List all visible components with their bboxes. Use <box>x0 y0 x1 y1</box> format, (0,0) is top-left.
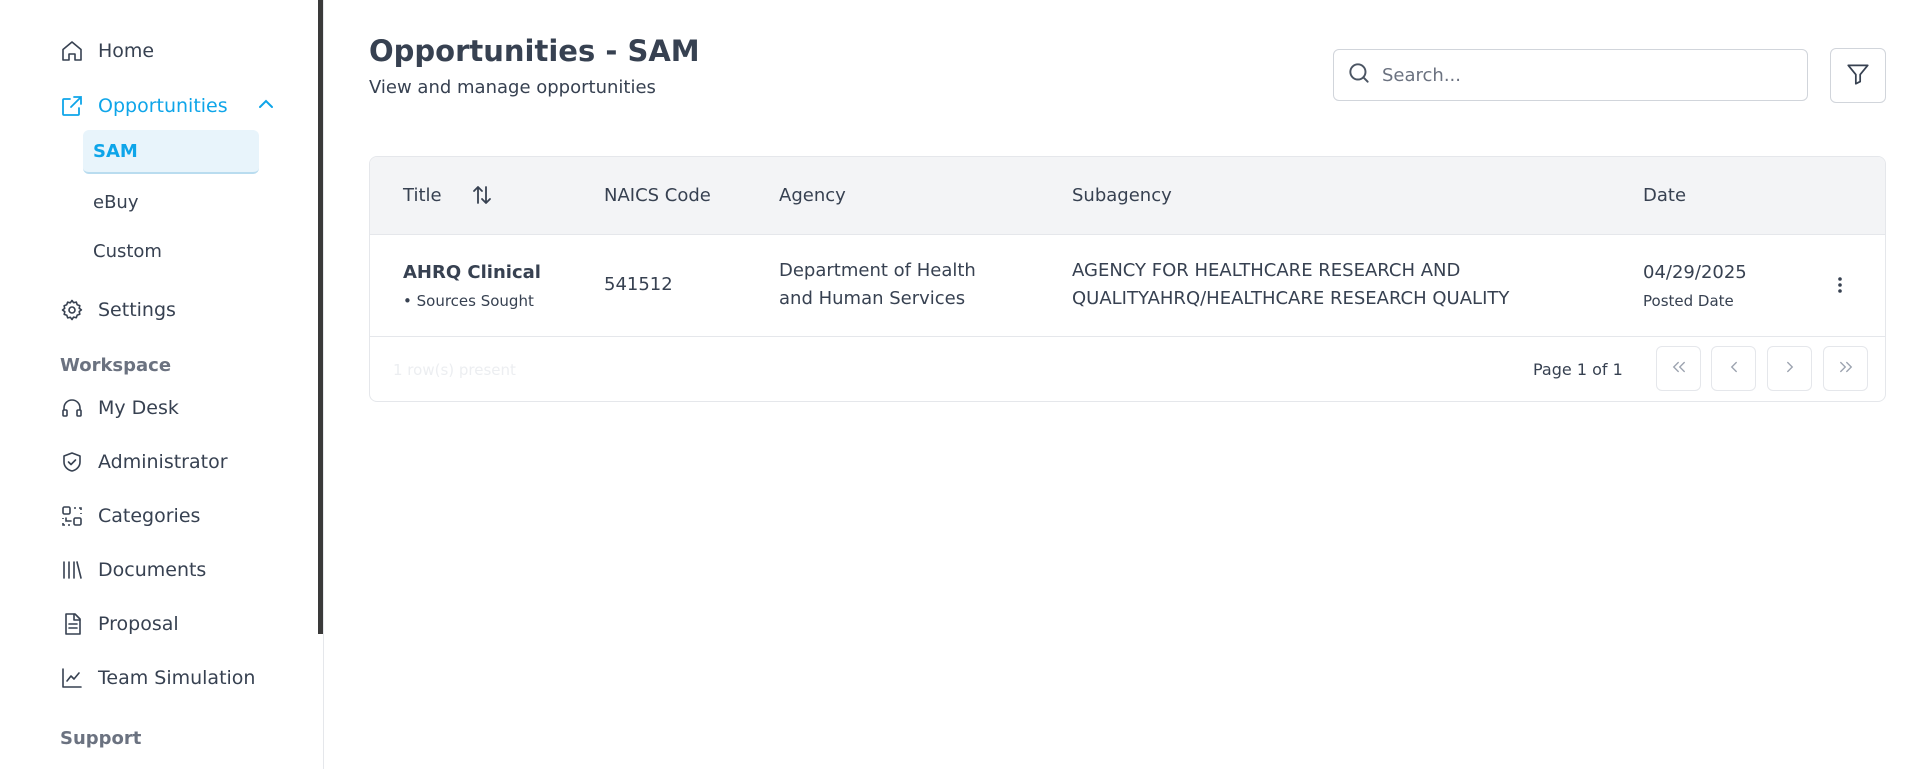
date-cell: 04/29/2025 Posted Date <box>1643 259 1747 315</box>
opportunity-type: • Sources Sought <box>403 292 534 310</box>
sidebar-subitem-sam[interactable]: SAM <box>83 130 259 174</box>
page-info: Page 1 of 1 <box>1533 360 1623 379</box>
chevrons-right-icon <box>1837 358 1855 380</box>
sidebar-subitem-label: SAM <box>93 140 138 162</box>
search-box[interactable] <box>1333 49 1808 101</box>
sidebar-item-team-simulation[interactable]: Team Simulation <box>60 662 255 694</box>
filter-icon <box>1845 61 1871 91</box>
chevron-left-icon <box>1725 358 1743 380</box>
categories-icon <box>60 504 84 528</box>
opportunity-title[interactable]: AHRQ Clinical D <box>403 259 543 287</box>
sidebar-item-label: Team Simulation <box>98 667 256 689</box>
line-chart-icon <box>60 666 84 690</box>
sidebar-item-documents[interactable]: Documents <box>60 554 206 586</box>
sidebar-item-label: Proposal <box>98 613 179 635</box>
posted-date: 04/29/2025 <box>1643 262 1747 283</box>
more-vertical-icon[interactable] <box>1828 273 1852 297</box>
filter-button[interactable] <box>1830 48 1886 103</box>
page-title: Opportunities - SAM <box>369 34 700 68</box>
sidebar-item-categories[interactable]: Categories <box>60 500 200 532</box>
support-section-label: Support <box>60 728 142 749</box>
sidebar-item-proposal[interactable]: Proposal <box>60 608 179 640</box>
table-row[interactable]: AHRQ Clinical D • Sources Sought 541512 … <box>370 235 1885 337</box>
sidebar-item-label: Home <box>98 40 155 62</box>
chevrons-left-icon <box>1670 358 1688 380</box>
external-link-icon <box>60 94 84 118</box>
sidebar-divider <box>323 0 324 769</box>
sidebar-subitem-ebuy[interactable]: eBuy <box>83 180 259 224</box>
agency-cell: Department of Health and Human Services <box>779 257 976 313</box>
sidebar-item-administrator[interactable]: Administrator <box>60 446 228 478</box>
sidebar-subitem-label: Custom <box>93 240 162 262</box>
sidebar-item-label: Opportunities <box>98 95 228 117</box>
previous-page-button[interactable] <box>1711 346 1756 391</box>
chevron-up-icon[interactable] <box>256 94 276 114</box>
sidebar-item-opportunities[interactable]: Opportunities <box>60 90 228 122</box>
sidebar-item-label: My Desk <box>98 397 179 419</box>
search-input[interactable] <box>1382 64 1782 86</box>
subagency-line: AGENCY FOR HEALTHCARE RESEARCH AND <box>1072 260 1461 281</box>
sidebar-subitem-label: eBuy <box>93 191 139 213</box>
column-header-title: Title <box>403 185 442 206</box>
last-page-button[interactable] <box>1823 346 1868 391</box>
column-header-subagency: Subagency <box>1072 185 1172 206</box>
sidebar-item-settings[interactable]: Settings <box>60 294 176 326</box>
sidebar-item-label: Categories <box>98 505 201 527</box>
row-count: 1 row(s) present <box>393 361 516 379</box>
headset-icon <box>60 396 84 420</box>
shield-check-icon <box>60 450 84 474</box>
naics-cell: 541512 <box>604 274 673 295</box>
column-header-date: Date <box>1643 185 1687 206</box>
chevron-right-icon <box>1781 358 1799 380</box>
sidebar-item-my-desk[interactable]: My Desk <box>60 392 179 424</box>
sidebar-item-home[interactable]: Home <box>60 35 154 67</box>
posted-date-label: Posted Date <box>1643 292 1734 310</box>
first-page-button[interactable] <box>1656 346 1701 391</box>
opportunities-table: Title NAICS Code Agency Subagency Date A… <box>369 156 1886 402</box>
table-header: Title NAICS Code Agency Subagency Date <box>370 157 1885 235</box>
sidebar-item-label: Administrator <box>98 451 228 473</box>
workspace-section-label: Workspace <box>60 355 172 376</box>
sort-icon[interactable] <box>470 183 494 207</box>
library-icon <box>60 558 84 582</box>
sidebar-subitem-custom[interactable]: Custom <box>83 229 259 273</box>
column-header-naics: NAICS Code <box>604 185 711 206</box>
page-subtitle: View and manage opportunities <box>369 77 656 98</box>
agency-line: Department of Health <box>779 260 976 281</box>
agency-line: and Human Services <box>779 288 966 309</box>
document-icon <box>60 612 84 636</box>
subagency-cell: AGENCY FOR HEALTHCARE RESEARCH AND QUALI… <box>1072 257 1509 313</box>
sidebar-item-label: Documents <box>98 559 207 581</box>
sidebar: Home Opportunities SAM eBuy Custom Setti… <box>0 0 318 769</box>
title-cell[interactable]: AHRQ Clinical D • Sources Sought <box>403 259 543 315</box>
column-header-agency: Agency <box>779 185 846 206</box>
next-page-button[interactable] <box>1767 346 1812 391</box>
search-icon <box>1346 60 1372 90</box>
subagency-line: QUALITYAHRQ/HEALTHCARE RESEARCH QUALITY <box>1072 288 1510 309</box>
home-icon <box>60 39 84 63</box>
gear-icon <box>60 298 84 322</box>
sidebar-item-label: Settings <box>98 299 176 321</box>
